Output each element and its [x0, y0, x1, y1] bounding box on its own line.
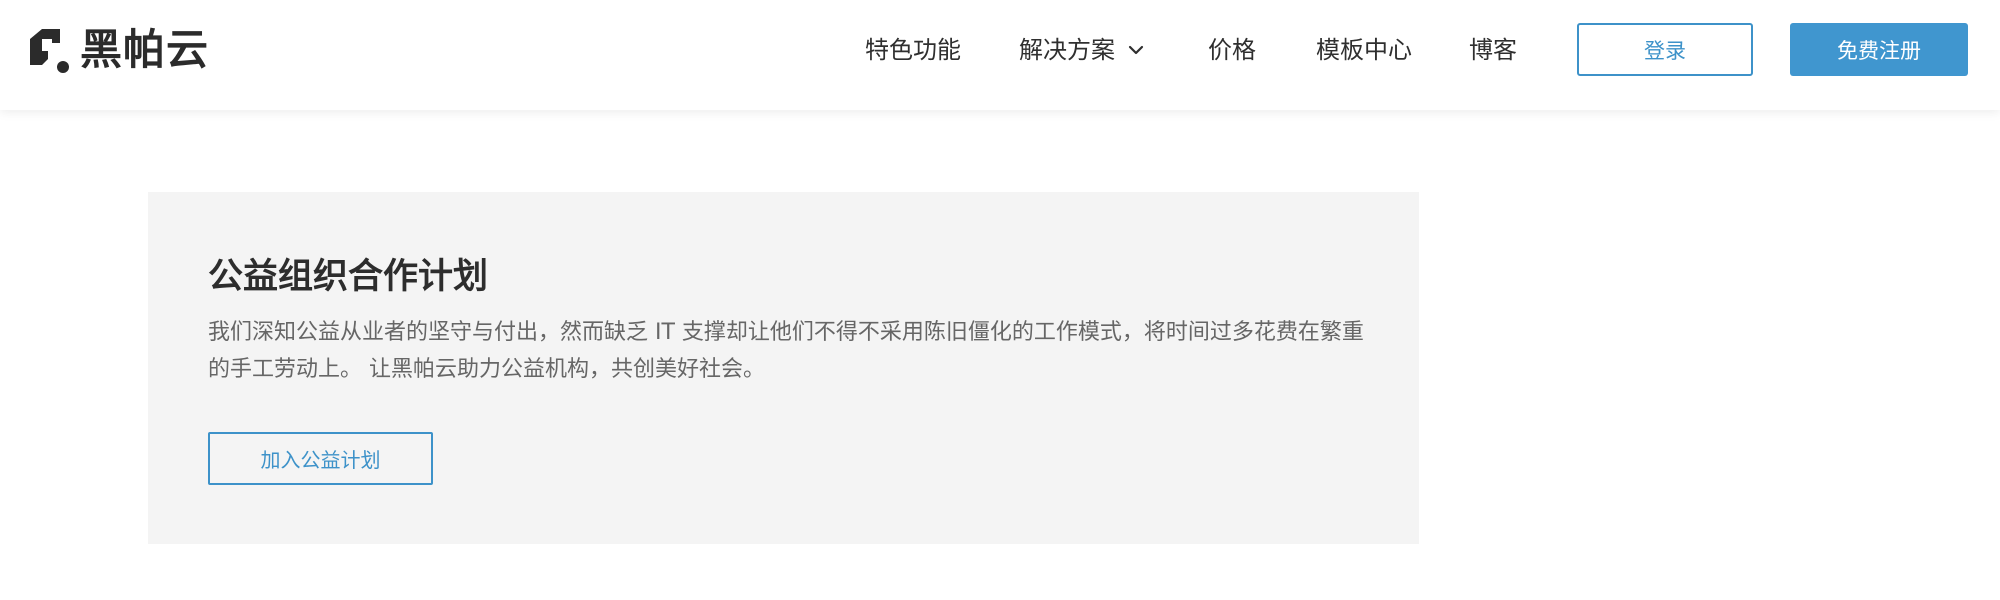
join-program-button[interactable]: 加入公益计划 [208, 432, 433, 485]
register-button[interactable]: 免费注册 [1790, 23, 1968, 76]
nav-item-templates[interactable]: 模板中心 [1316, 33, 1412, 67]
nav-item-label: 模板中心 [1316, 36, 1412, 64]
nonprofit-program-card: 公益组织合作计划 我们深知公益从业者的坚守与付出，然而缺乏 IT 支撑却让他们不… [148, 192, 1419, 544]
brand-logo[interactable]: 黑帕云 [22, 24, 209, 76]
login-button[interactable]: 登录 [1577, 23, 1753, 76]
heipayun-logo-icon [30, 29, 69, 73]
top-navbar: 黑帕云 特色功能 解决方案 价格 模板中心 博客 登录 免费注册 [0, 0, 2000, 110]
nav-item-pricing[interactable]: 价格 [1208, 33, 1256, 67]
nav-item-label: 特色功能 [865, 36, 961, 64]
brand-name: 黑帕云 [80, 25, 210, 74]
chevron-down-icon [1128, 45, 1144, 55]
nav-item-blog[interactable]: 博客 [1469, 33, 1517, 67]
nav-item-features[interactable]: 特色功能 [865, 33, 961, 67]
nav-item-label: 价格 [1208, 36, 1256, 64]
nav-item-solutions[interactable]: 解决方案 [1019, 33, 1145, 67]
nav-item-label: 博客 [1469, 36, 1517, 64]
card-title: 公益组织合作计划 [208, 257, 489, 297]
card-description: 我们深知公益从业者的坚守与付出，然而缺乏 IT 支撑却让他们不得不采用陈旧僵化的… [208, 320, 1364, 382]
nav-item-label: 解决方案 [1019, 36, 1115, 64]
